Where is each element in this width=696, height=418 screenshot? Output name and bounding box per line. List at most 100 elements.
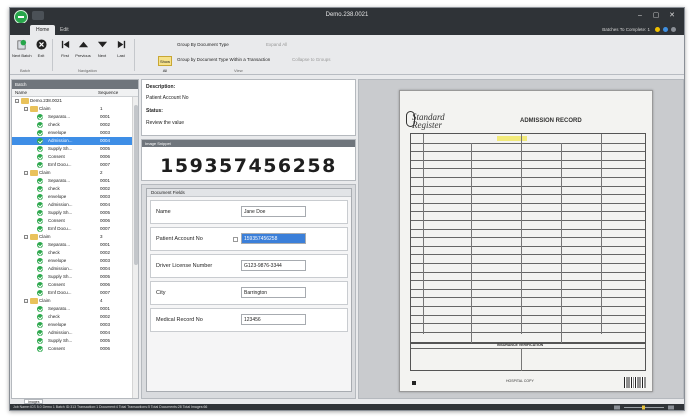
tree-document-row[interactable]: Admission... 0004 xyxy=(12,329,138,337)
tree-document-row[interactable]: check 0002 xyxy=(12,121,138,129)
checkmark-icon xyxy=(37,122,43,128)
tree-document-row[interactable]: Consent 0006 xyxy=(12,153,138,161)
tree-document-row[interactable]: envelope 0003 xyxy=(12,321,138,329)
field-input[interactable]: Barrington xyxy=(241,287,306,298)
field-input[interactable]: 123456 xyxy=(241,314,306,325)
help-icon[interactable] xyxy=(663,27,668,32)
field-flag-checkbox[interactable] xyxy=(233,237,238,242)
tree-document-row[interactable]: envelope 0003 xyxy=(12,257,138,265)
tree-row-sequence: 0005 xyxy=(100,274,111,279)
zoom-slider[interactable] xyxy=(614,405,674,410)
form-line xyxy=(411,151,645,153)
tab-home[interactable]: Home xyxy=(30,25,56,35)
tree-row-sequence: 2 xyxy=(100,170,103,175)
tree-document-row[interactable]: check 0002 xyxy=(12,249,138,257)
tree-row-name: check xyxy=(48,186,60,191)
tree-batch-row[interactable]: - Demo.238.0021 xyxy=(12,97,138,105)
field-label: Patient Account No xyxy=(156,236,203,242)
collapse-toggle-icon[interactable]: - xyxy=(24,171,28,175)
tree-document-row[interactable]: Supply Sh... 0005 xyxy=(12,209,138,217)
checkmark-icon xyxy=(37,282,43,288)
tree-document-row[interactable]: Separato... 0001 xyxy=(12,305,138,313)
previous-icon xyxy=(78,41,88,48)
checkmark-icon xyxy=(37,154,43,160)
expand-all-button[interactable]: Expand All xyxy=(266,42,287,47)
collapse-toggle-icon[interactable]: - xyxy=(24,235,28,239)
tree-row-sequence: 0005 xyxy=(100,338,111,343)
tree-document-row[interactable]: Emf Docu... 0007 xyxy=(12,225,138,233)
field-input[interactable]: G123-9876-3344 xyxy=(241,260,306,271)
tree-row-name: Consent xyxy=(48,346,65,351)
tree-document-row[interactable]: Emf Docu... 0007 xyxy=(12,161,138,169)
tree-row-name: Admission... xyxy=(48,330,73,335)
form-line xyxy=(411,159,645,161)
tree-document-row[interactable]: Consent 0006 xyxy=(12,217,138,225)
tree-document-row[interactable]: Emf Docu... 0007 xyxy=(12,289,138,297)
tree-transaction-row[interactable]: - Claim 4 xyxy=(12,297,138,305)
options-icon[interactable] xyxy=(671,27,676,32)
tab-edit[interactable]: Edit xyxy=(54,25,75,35)
tree-document-row[interactable]: envelope 0003 xyxy=(12,129,138,137)
tree-document-row[interactable]: Admission... 0004 xyxy=(12,201,138,209)
checkmark-icon xyxy=(37,250,43,256)
collapse-toggle-icon[interactable]: - xyxy=(24,299,28,303)
column-sequence[interactable]: Sequence xyxy=(98,90,118,95)
tree-scroll-thumb[interactable] xyxy=(134,105,138,265)
tree-document-row[interactable]: check 0002 xyxy=(12,313,138,321)
first-label: First xyxy=(61,53,69,58)
tree-document-row[interactable]: Separato... 0001 xyxy=(12,241,138,249)
maximize-icon[interactable]: ▢ xyxy=(650,10,662,21)
first-icon xyxy=(61,40,69,49)
tree-document-row[interactable]: Admission... 0004 xyxy=(12,137,138,145)
exit-button[interactable]: Exit xyxy=(32,39,50,65)
description-value: Patient Account No xyxy=(146,95,189,101)
collapse-toggle-icon[interactable]: - xyxy=(24,107,28,111)
tree-document-row[interactable]: Supply Sh... 0005 xyxy=(12,337,138,345)
tree-row-name: Admission... xyxy=(48,138,73,143)
status-value: Review the value xyxy=(146,120,185,126)
form-line xyxy=(411,220,645,221)
form-line xyxy=(411,245,645,247)
ribbon-separator xyxy=(134,39,135,71)
collapse-toggle-icon[interactable]: - xyxy=(15,99,19,103)
tree-document-row[interactable]: Supply Sh... 0005 xyxy=(12,273,138,281)
last-button[interactable]: Last xyxy=(112,39,130,65)
tree-transaction-row[interactable]: - Claim 2 xyxy=(12,169,138,177)
tree-document-row[interactable]: Consent 0006 xyxy=(12,281,138,289)
next-button[interactable]: Next xyxy=(93,39,111,65)
column-name[interactable]: Name xyxy=(15,90,27,95)
document-image-viewer[interactable]: Standard Register ADMISSION RECORD INSUR… xyxy=(358,79,684,399)
description-panel: Description: Patient Account No Status: … xyxy=(141,79,356,136)
tree-row-sequence: 0005 xyxy=(100,146,111,151)
tree-document-row[interactable]: Separato... 0001 xyxy=(12,113,138,121)
next-batch-button[interactable]: Next Batch xyxy=(12,39,32,65)
checkmark-icon xyxy=(37,274,43,280)
tree-document-row[interactable]: envelope 0003 xyxy=(12,193,138,201)
minimize-icon[interactable]: – xyxy=(634,10,646,21)
tree-row-sequence: 0002 xyxy=(100,314,111,319)
tree-row-sequence: 0007 xyxy=(100,162,111,167)
tree-document-row[interactable]: check 0002 xyxy=(12,185,138,193)
field-input[interactable]: Jane Doe xyxy=(241,206,306,217)
group-by-document-type[interactable]: Group By Document Type xyxy=(177,42,229,47)
previous-button[interactable]: Previous xyxy=(74,39,92,65)
status-yellow-icon xyxy=(655,27,660,32)
tree-document-row[interactable]: Separato... 0001 xyxy=(12,177,138,185)
ribbon-tabs: Home Edit Batches To Complete: 1 xyxy=(10,23,684,35)
tree-document-row[interactable]: Consent 0006 xyxy=(12,345,138,353)
tree-transaction-row[interactable]: - Claim 3 xyxy=(12,233,138,241)
tree-document-row[interactable]: Supply Sh... 0005 xyxy=(12,145,138,153)
field-input[interactable]: 159357456258 xyxy=(241,233,306,244)
tree-document-row[interactable]: Admission... 0004 xyxy=(12,265,138,273)
tree-row-sequence: 0005 xyxy=(100,210,111,215)
group-by-document-type-within[interactable]: Group by Document Type Within a Transact… xyxy=(177,57,270,62)
tree-transaction-row[interactable]: - Claim 1 xyxy=(12,105,138,113)
tree-row-name: Admission... xyxy=(48,202,73,207)
collapse-to-groups-button[interactable]: Collapse to Groups xyxy=(292,57,331,62)
checkmark-icon xyxy=(37,186,43,192)
tree-scrollbar[interactable] xyxy=(132,97,138,398)
close-icon[interactable]: ✕ xyxy=(666,10,678,21)
status-label: Status: xyxy=(146,108,163,114)
show-all-button[interactable]: Show All xyxy=(158,56,172,73)
first-button[interactable]: First xyxy=(56,39,74,65)
